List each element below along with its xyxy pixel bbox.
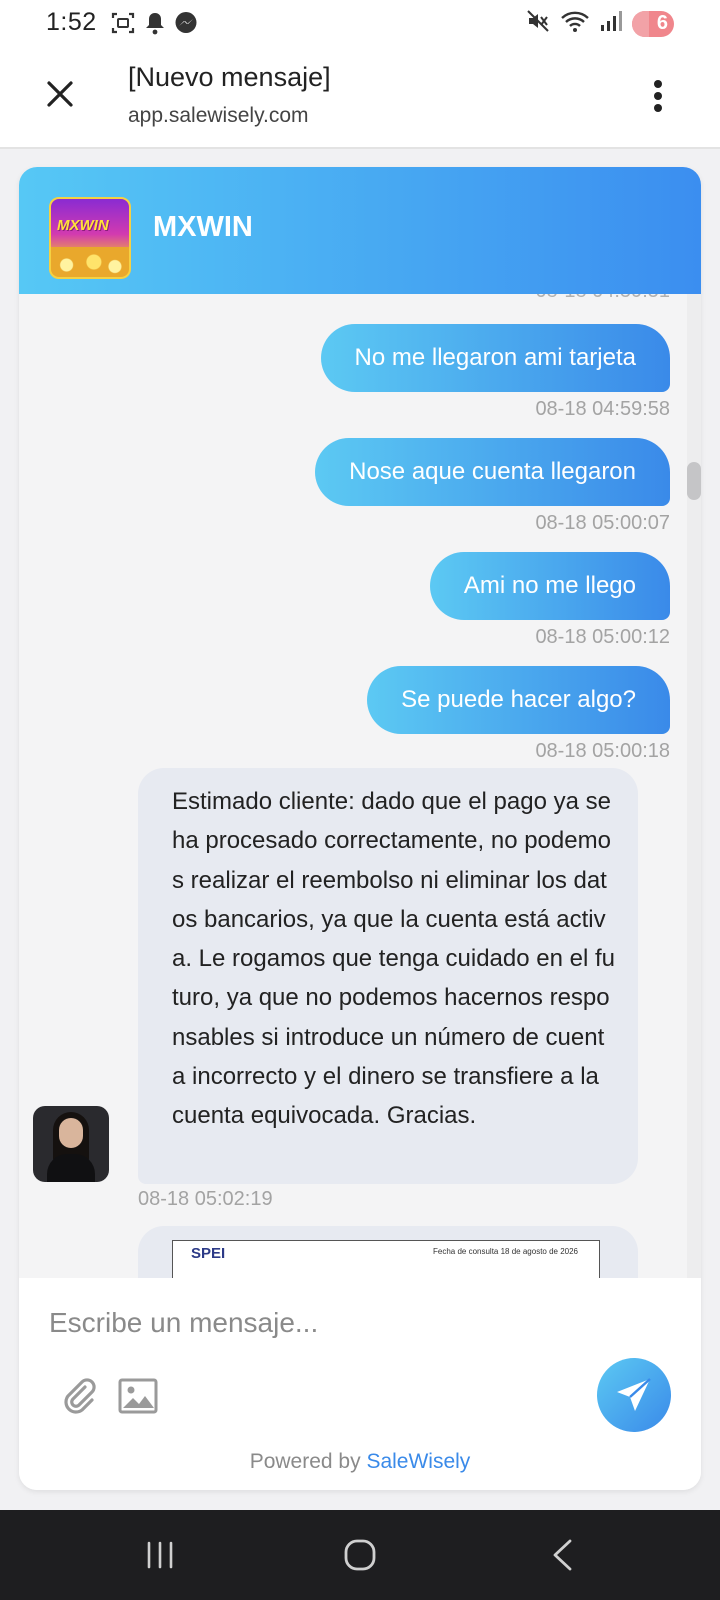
document-thumbnail[interactable]: SPEI Fecha de consulta 18 de agosto de 2… [172, 1240, 600, 1278]
browser-toolbar: [Nuevo mensaje] app.salewisely.com [0, 46, 720, 149]
salewisely-link[interactable]: SaleWisely [366, 1450, 470, 1473]
message-timestamp: 08-18 05:00:07 [535, 512, 670, 534]
paperclip-icon [64, 1378, 96, 1414]
scrollbar-track[interactable] [687, 294, 701, 1278]
wifi-icon [560, 9, 590, 38]
signal-icon [600, 10, 622, 37]
recent-apps-icon [147, 1541, 173, 1569]
message-input[interactable] [49, 1300, 609, 1346]
powered-prefix: Powered by [249, 1450, 361, 1473]
more-options-button[interactable] [646, 76, 670, 116]
message-timestamp: 08-18 05:00:18 [535, 740, 670, 762]
messenger-icon [174, 11, 198, 40]
document-meta: Fecha de consulta 18 de agosto de 2026 [433, 1247, 578, 1256]
brand-logo: MXWIN [49, 197, 131, 279]
battery-level: 6 [656, 12, 668, 34]
message-list[interactable]: 08-18 04:59:51 No me llegaron ami tarjet… [19, 294, 701, 1278]
home-button[interactable] [300, 1510, 420, 1600]
home-icon [344, 1539, 376, 1571]
attach-image-button[interactable] [117, 1376, 159, 1416]
system-nav-bar [0, 1510, 720, 1600]
notification-icons [110, 10, 198, 41]
back-icon [553, 1539, 572, 1571]
close-button[interactable] [40, 74, 80, 114]
battery-icon: 6 [632, 10, 674, 37]
page-url[interactable]: app.salewisely.com [128, 104, 309, 128]
system-icons: 6 [526, 9, 674, 38]
incoming-message: Estimado cliente: dado que el pago ya se… [138, 768, 638, 1184]
attachment-message[interactable]: SPEI Fecha de consulta 18 de agosto de 2… [138, 1226, 638, 1278]
message-timestamp: 08-18 04:59:51 [535, 294, 670, 303]
image-icon [118, 1378, 158, 1414]
recent-apps-button[interactable] [100, 1510, 220, 1600]
chat-header: MXWIN MXWIN [19, 167, 701, 294]
brand-logo-text: MXWIN [57, 217, 109, 234]
screenshot-icon [110, 10, 136, 41]
status-bar: 1:52 6 [0, 0, 720, 46]
message-timestamp: 08-18 05:00:12 [535, 626, 670, 648]
outgoing-message: Se puede hacer algo? [367, 666, 670, 734]
document-logo: SPEI [191, 1245, 226, 1262]
outgoing-message: Nose aque cuenta llegaron [315, 438, 670, 506]
send-button[interactable] [597, 1358, 671, 1432]
message-timestamp: 08-18 04:59:58 [535, 398, 670, 420]
page-title: [Nuevo mensaje] [128, 62, 331, 92]
mute-icon [526, 9, 550, 38]
message-text: Estimado cliente: dado que el pago ya se… [172, 788, 615, 1130]
outgoing-message: No me llegaron ami tarjeta [320, 324, 670, 392]
powered-by-footer: Powered by SaleWisely [19, 1450, 701, 1474]
message-timestamp: 08-18 05:02:19 [138, 1188, 273, 1210]
status-time: 1:52 [46, 8, 97, 36]
attach-file-button[interactable] [59, 1374, 99, 1418]
outgoing-message: Ami no me llego [429, 552, 670, 620]
message-text: No me llegaron ami tarjeta [354, 344, 636, 371]
message-text: Se puede hacer algo? [401, 686, 636, 713]
close-icon [47, 81, 73, 107]
scrollbar-thumb[interactable] [687, 462, 701, 500]
message-text: Ami no me llego [463, 572, 636, 599]
send-icon [617, 1378, 651, 1411]
more-vert-icon [654, 80, 662, 112]
chat-widget: MXWIN MXWIN 08-18 04:59:51 No me llegaro… [19, 167, 701, 1490]
message-text: Nose aque cuenta llegaron [349, 458, 636, 485]
bell-icon [144, 11, 166, 40]
message-composer: Powered by SaleWisely [19, 1278, 701, 1490]
brand-name: MXWIN [153, 211, 253, 243]
agent-avatar [33, 1106, 109, 1182]
back-button[interactable] [502, 1510, 622, 1600]
